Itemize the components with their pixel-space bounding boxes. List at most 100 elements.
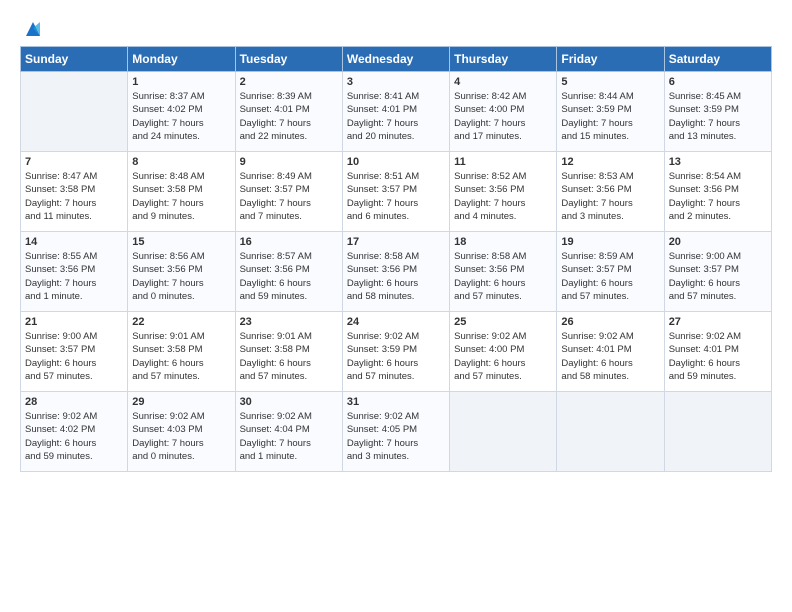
calendar-cell: 6 Sunrise: 8:45 AM Sunset: 3:59 PM Daylig… [664,72,771,152]
day-info: Sunrise: 9:01 AM Sunset: 3:58 PM Dayligh… [132,330,230,383]
day-number: 28 [25,396,123,408]
day-info: Sunrise: 8:53 AM Sunset: 3:56 PM Dayligh… [561,170,659,223]
col-header-thursday: Thursday [450,47,557,72]
calendar-cell [557,392,664,472]
calendar-cell: 30 Sunrise: 9:02 AM Sunset: 4:04 PM Dayli… [235,392,342,472]
day-info: Sunrise: 8:49 AM Sunset: 3:57 PM Dayligh… [240,170,338,223]
calendar-cell: 9 Sunrise: 8:49 AM Sunset: 3:57 PM Daylig… [235,152,342,232]
day-number: 6 [669,76,767,88]
calendar-cell [21,72,128,152]
day-number: 25 [454,316,552,328]
calendar-cell: 3 Sunrise: 8:41 AM Sunset: 4:01 PM Daylig… [342,72,449,152]
day-number: 22 [132,316,230,328]
day-info: Sunrise: 8:55 AM Sunset: 3:56 PM Dayligh… [25,250,123,303]
day-info: Sunrise: 8:58 AM Sunset: 3:56 PM Dayligh… [347,250,445,303]
day-number: 26 [561,316,659,328]
day-number: 15 [132,236,230,248]
calendar-cell: 23 Sunrise: 9:01 AM Sunset: 3:58 PM Dayli… [235,312,342,392]
col-header-saturday: Saturday [664,47,771,72]
calendar-cell: 29Sunrise: 9:02 AM Sunset: 4:03 PM Dayli… [128,392,235,472]
day-number: 13 [669,156,767,168]
col-header-sunday: Sunday [21,47,128,72]
day-info: Sunrise: 9:02 AM Sunset: 4:04 PM Dayligh… [240,410,338,463]
calendar-cell: 1 Sunrise: 8:37 AM Sunset: 4:02 PM Daylig… [128,72,235,152]
day-info: Sunrise: 8:42 AM Sunset: 4:00 PM Dayligh… [454,90,552,143]
day-number: 11 [454,156,552,168]
day-info: Sunrise: 8:47 AM Sunset: 3:58 PM Dayligh… [25,170,123,223]
day-info: Sunrise: 9:01 AM Sunset: 3:58 PM Dayligh… [240,330,338,383]
day-info: Sunrise: 8:39 AM Sunset: 4:01 PM Dayligh… [240,90,338,143]
calendar-cell: 21 Sunrise: 9:00 AM Sunset: 3:57 PM Dayli… [21,312,128,392]
day-info: Sunrise: 8:56 AM Sunset: 3:56 PM Dayligh… [132,250,230,303]
calendar-table: SundayMondayTuesdayWednesdayThursdayFrid… [20,46,772,472]
day-info: Sunrise: 8:41 AM Sunset: 4:01 PM Dayligh… [347,90,445,143]
calendar-cell [450,392,557,472]
day-info: Sunrise: 9:00 AM Sunset: 3:57 PM Dayligh… [669,250,767,303]
calendar-cell: 14 Sunrise: 8:55 AM Sunset: 3:56 PM Dayli… [21,232,128,312]
calendar-cell: 20 Sunrise: 9:00 AM Sunset: 3:57 PM Dayli… [664,232,771,312]
calendar-cell: 31 Sunrise: 9:02 AM Sunset: 4:05 PM Dayli… [342,392,449,472]
calendar-cell: 27 Sunrise: 9:02 AM Sunset: 4:01 PM Dayli… [664,312,771,392]
calendar-cell: 7 Sunrise: 8:47 AM Sunset: 3:58 PM Daylig… [21,152,128,232]
day-number: 23 [240,316,338,328]
day-number: 7 [25,156,123,168]
day-info: Sunrise: 9:02 AM Sunset: 4:02 PM Dayligh… [25,410,123,463]
calendar-cell: 13 Sunrise: 8:54 AM Sunset: 3:56 PM Dayli… [664,152,771,232]
day-info: Sunrise: 8:54 AM Sunset: 3:56 PM Dayligh… [669,170,767,223]
day-info: Sunrise: 9:02 AM Sunset: 4:03 PM Dayligh… [132,410,230,463]
col-header-tuesday: Tuesday [235,47,342,72]
calendar-cell: 26 Sunrise: 9:02 AM Sunset: 4:01 PM Dayli… [557,312,664,392]
day-number: 3 [347,76,445,88]
calendar-cell: 19Sunrise: 8:59 AM Sunset: 3:57 PM Dayli… [557,232,664,312]
calendar-cell: 28 Sunrise: 9:02 AM Sunset: 4:02 PM Dayli… [21,392,128,472]
day-info: Sunrise: 8:52 AM Sunset: 3:56 PM Dayligh… [454,170,552,223]
calendar-cell: 5Sunrise: 8:44 AM Sunset: 3:59 PM Daylig… [557,72,664,152]
page: SundayMondayTuesdayWednesdayThursdayFrid… [0,0,792,612]
day-info: Sunrise: 9:02 AM Sunset: 4:00 PM Dayligh… [454,330,552,383]
calendar-cell: 17 Sunrise: 8:58 AM Sunset: 3:56 PM Dayli… [342,232,449,312]
day-number: 27 [669,316,767,328]
day-number: 14 [25,236,123,248]
day-number: 12 [561,156,659,168]
day-number: 30 [240,396,338,408]
col-header-monday: Monday [128,47,235,72]
col-header-friday: Friday [557,47,664,72]
day-info: Sunrise: 9:02 AM Sunset: 4:01 PM Dayligh… [669,330,767,383]
day-info: Sunrise: 9:02 AM Sunset: 3:59 PM Dayligh… [347,330,445,383]
day-number: 8 [132,156,230,168]
day-number: 31 [347,396,445,408]
calendar-cell: 11 Sunrise: 8:52 AM Sunset: 3:56 PM Dayli… [450,152,557,232]
day-info: Sunrise: 8:45 AM Sunset: 3:59 PM Dayligh… [669,90,767,143]
calendar-cell: 25 Sunrise: 9:02 AM Sunset: 4:00 PM Dayli… [450,312,557,392]
day-number: 10 [347,156,445,168]
calendar-cell: 2 Sunrise: 8:39 AM Sunset: 4:01 PM Daylig… [235,72,342,152]
day-info: Sunrise: 8:48 AM Sunset: 3:58 PM Dayligh… [132,170,230,223]
calendar-week-2: 7 Sunrise: 8:47 AM Sunset: 3:58 PM Daylig… [21,152,772,232]
calendar-cell: 18 Sunrise: 8:58 AM Sunset: 3:56 PM Dayli… [450,232,557,312]
day-number: 9 [240,156,338,168]
day-info: Sunrise: 8:37 AM Sunset: 4:02 PM Dayligh… [132,90,230,143]
day-info: Sunrise: 8:58 AM Sunset: 3:56 PM Dayligh… [454,250,552,303]
calendar-week-3: 14 Sunrise: 8:55 AM Sunset: 3:56 PM Dayli… [21,232,772,312]
calendar-cell [664,392,771,472]
day-number: 4 [454,76,552,88]
calendar-cell: 4 Sunrise: 8:42 AM Sunset: 4:00 PM Daylig… [450,72,557,152]
day-info: Sunrise: 9:02 AM Sunset: 4:05 PM Dayligh… [347,410,445,463]
calendar-cell: 10 Sunrise: 8:51 AM Sunset: 3:57 PM Dayli… [342,152,449,232]
day-number: 1 [132,76,230,88]
day-info: Sunrise: 8:44 AM Sunset: 3:59 PM Dayligh… [561,90,659,143]
logo-icon [22,18,44,40]
calendar-cell: 22 Sunrise: 9:01 AM Sunset: 3:58 PM Dayli… [128,312,235,392]
day-info: Sunrise: 9:02 AM Sunset: 4:01 PM Dayligh… [561,330,659,383]
calendar-week-4: 21 Sunrise: 9:00 AM Sunset: 3:57 PM Dayli… [21,312,772,392]
day-number: 18 [454,236,552,248]
calendar-cell: 12 Sunrise: 8:53 AM Sunset: 3:56 PM Dayli… [557,152,664,232]
day-number: 21 [25,316,123,328]
calendar-cell: 24Sunrise: 9:02 AM Sunset: 3:59 PM Dayli… [342,312,449,392]
calendar-cell: 15 Sunrise: 8:56 AM Sunset: 3:56 PM Dayli… [128,232,235,312]
day-info: Sunrise: 9:00 AM Sunset: 3:57 PM Dayligh… [25,330,123,383]
day-number: 2 [240,76,338,88]
day-number: 20 [669,236,767,248]
day-info: Sunrise: 8:51 AM Sunset: 3:57 PM Dayligh… [347,170,445,223]
day-number: 17 [347,236,445,248]
